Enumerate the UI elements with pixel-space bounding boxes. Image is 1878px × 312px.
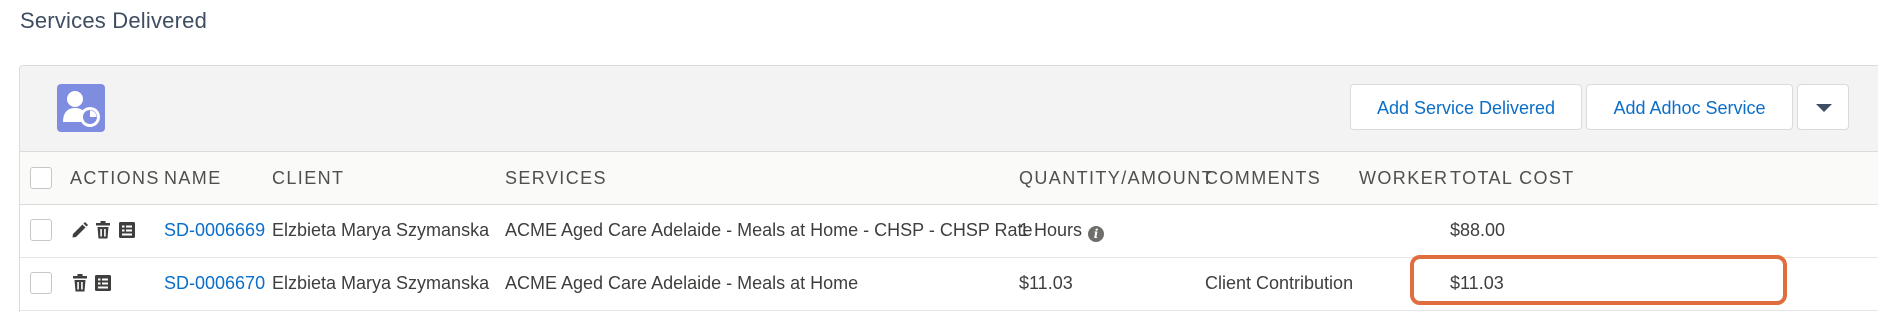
- info-icon[interactable]: i: [1088, 226, 1105, 242]
- services-cell: ACME Aged Care Adelaide - Meals at Home: [505, 273, 859, 293]
- record-name-link[interactable]: SD-0006670: [164, 273, 265, 294]
- related-list-card: Add Service Delivered Add Adhoc Service …: [19, 65, 1878, 312]
- card-header: Add Service Delivered Add Adhoc Service: [20, 66, 1878, 152]
- client-service-icon: [57, 84, 105, 132]
- edit-icon[interactable]: [70, 220, 90, 240]
- column-worker[interactable]: WORKER: [1359, 168, 1448, 189]
- total-cost-cell: $88.00: [1450, 220, 1506, 240]
- column-services[interactable]: SERVICES: [505, 168, 607, 189]
- total-cost-cell: $11.03: [1450, 273, 1504, 293]
- column-quantity[interactable]: QUANTITY/AMOUNT: [1019, 168, 1214, 189]
- details-icon[interactable]: [117, 220, 137, 240]
- quantity-value: 1 Hours: [1019, 220, 1083, 240]
- comments-cell: Client Contribution: [1205, 273, 1354, 293]
- client-cell: Elzbieta Marya Szymanska: [272, 220, 490, 240]
- more-actions-button[interactable]: [1797, 84, 1849, 130]
- column-actions: ACTIONS: [70, 168, 160, 188]
- record-name-link[interactable]: SD-0006669: [164, 220, 265, 241]
- chevron-down-icon: [1816, 104, 1832, 112]
- select-all-checkbox[interactable]: [30, 167, 52, 189]
- details-icon[interactable]: [93, 273, 113, 293]
- table-row: SD-0006669 Elzbieta Marya Szymanska ACME…: [20, 205, 1878, 258]
- delete-icon[interactable]: [70, 273, 90, 293]
- section-title: Services Delivered: [20, 8, 208, 33]
- column-comments[interactable]: COMMENTS: [1205, 168, 1321, 189]
- table-row: SD-0006670 Elzbieta Marya Szymanska ACME…: [20, 258, 1878, 311]
- add-adhoc-service-button[interactable]: Add Adhoc Service: [1586, 84, 1793, 130]
- table-header: ACTIONS NAME CLIENT SERVICES QUANTITY/AM…: [20, 152, 1878, 205]
- row-checkbox[interactable]: [30, 219, 52, 241]
- column-total-cost[interactable]: TOTAL COST: [1450, 168, 1575, 189]
- row-checkbox[interactable]: [30, 272, 52, 294]
- column-name[interactable]: NAME: [164, 168, 222, 189]
- client-cell: Elzbieta Marya Szymanska: [272, 273, 490, 293]
- delete-icon[interactable]: [93, 220, 113, 240]
- quantity-cell: 1 Hours i: [1019, 220, 1105, 242]
- services-cell: ACME Aged Care Adelaide - Meals at Home …: [505, 220, 1033, 240]
- add-service-delivered-button[interactable]: Add Service Delivered: [1350, 84, 1582, 130]
- column-client[interactable]: CLIENT: [272, 168, 344, 189]
- quantity-cell: $11.03: [1019, 273, 1073, 293]
